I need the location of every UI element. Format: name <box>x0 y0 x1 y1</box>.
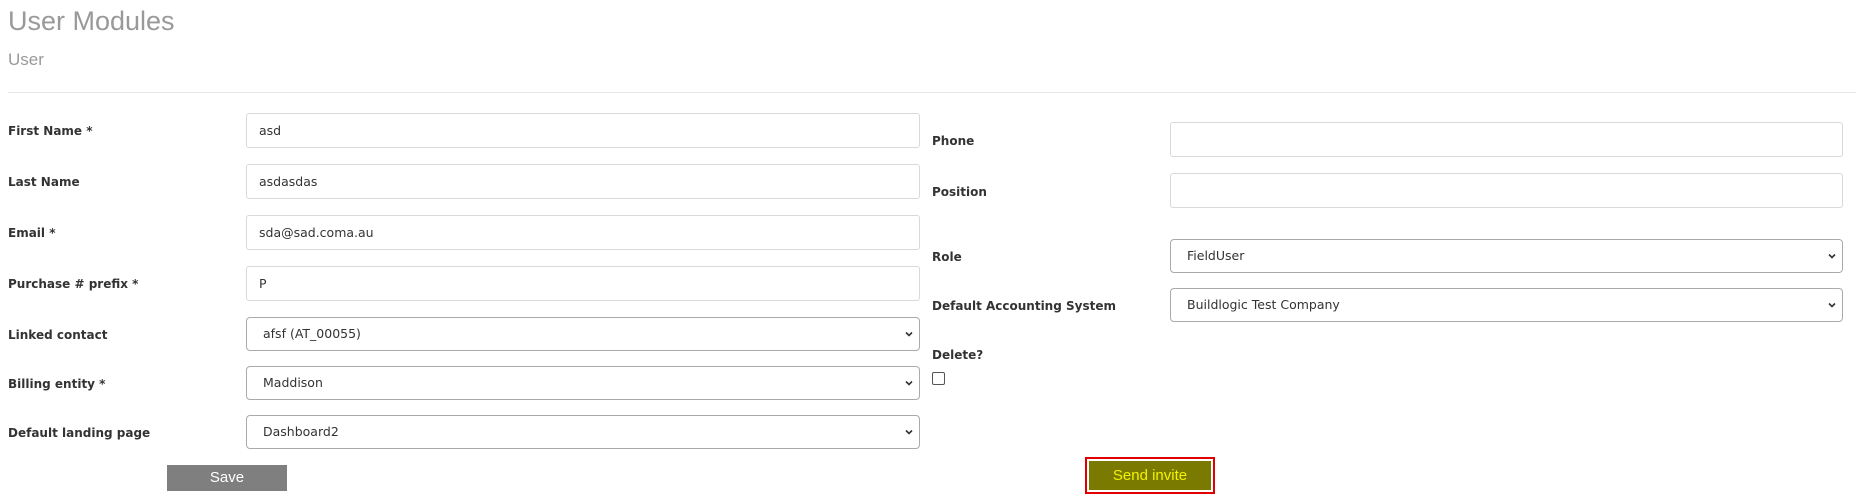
default-accounting-system-value: Buildlogic Test Company <box>1187 297 1340 312</box>
delete-label: Delete? <box>932 348 984 362</box>
linked-contact-label: Linked contact <box>8 328 108 342</box>
position-label: Position <box>932 185 987 199</box>
default-landing-page-select[interactable]: Dashboard2 <box>246 415 920 449</box>
default-landing-page-value: Dashboard2 <box>263 424 339 439</box>
purchase-prefix-label: Purchase # prefix * <box>8 277 139 291</box>
default-accounting-system-label: Default Accounting System <box>932 299 1116 313</box>
page-title: User Modules <box>8 6 175 36</box>
chevron-down-icon <box>905 429 913 435</box>
first-name-field[interactable] <box>246 113 920 148</box>
email-label: Email * <box>8 226 56 240</box>
chevron-down-icon <box>905 331 913 337</box>
last-name-label: Last Name <box>8 175 80 189</box>
linked-contact-select[interactable]: afsf (AT_00055) <box>246 317 920 351</box>
phone-field[interactable] <box>1170 122 1843 157</box>
last-name-field[interactable] <box>246 164 920 199</box>
send-invite-button[interactable]: Send invite <box>1085 457 1215 494</box>
send-invite-label: Send invite <box>1089 461 1211 490</box>
email-field[interactable] <box>246 215 920 250</box>
phone-label: Phone <box>932 134 975 148</box>
header-divider <box>8 92 1856 93</box>
default-landing-page-label: Default landing page <box>8 426 151 440</box>
chevron-down-icon <box>905 380 913 386</box>
role-label: Role <box>932 250 962 264</box>
page-subtitle: User <box>8 50 44 69</box>
billing-entity-value: Maddison <box>263 375 323 390</box>
purchase-prefix-field[interactable] <box>246 266 920 301</box>
default-accounting-system-select[interactable]: Buildlogic Test Company <box>1170 288 1843 322</box>
role-select[interactable]: FieldUser <box>1170 239 1843 273</box>
linked-contact-value: afsf (AT_00055) <box>263 326 361 341</box>
role-value: FieldUser <box>1187 248 1245 263</box>
billing-entity-select[interactable]: Maddison <box>246 366 920 400</box>
save-button[interactable]: Save <box>167 465 287 491</box>
chevron-down-icon <box>1828 302 1836 308</box>
billing-entity-label: Billing entity * <box>8 377 106 391</box>
first-name-label: First Name * <box>8 124 93 138</box>
chevron-down-icon <box>1828 253 1836 259</box>
position-field[interactable] <box>1170 173 1843 208</box>
delete-checkbox[interactable] <box>932 372 945 385</box>
